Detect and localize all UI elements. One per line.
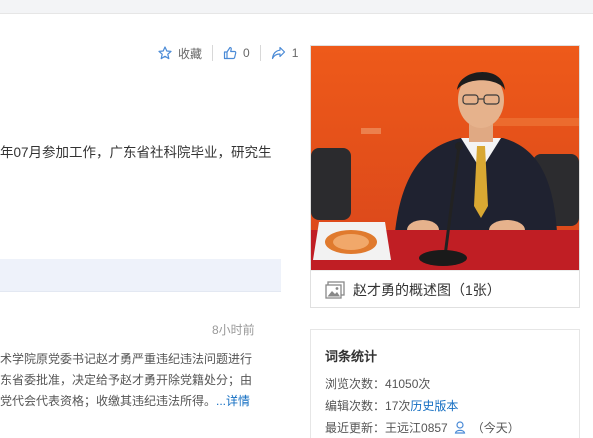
portrait-illustration [311,46,579,270]
entry-summary: 年07月参加工作，广东省社科院毕业，研究生 [0,145,272,160]
thumbs-up-icon [223,46,237,60]
news-details-link[interactable]: ...详情 [216,394,250,408]
share-icon [271,46,285,60]
stats-title: 词条统计 [325,349,378,364]
updated-user[interactable]: 王远江0857 [385,419,448,436]
photo-caption-text: 赵才勇的概述图（1张） [353,281,501,298]
portrait-photo[interactable] [311,46,579,270]
like-count: 0 [243,46,250,60]
news-line: 东省委批准，决定给予赵才勇开除党籍处分；由 [0,373,253,387]
news-line: 党代会代表资格；收缴其违纪违法所得。...详情 [0,394,251,408]
stat-updated: 最近更新： 王远江0857 （今天） [325,419,520,436]
share-button[interactable]: 1 [271,46,299,60]
top-strip [0,0,593,14]
edits-count: 17次 [385,399,411,413]
favorite-label: 收藏 [178,46,203,61]
updated-when: （今天） [471,421,520,435]
divider [212,45,214,61]
share-count: 1 [291,46,299,60]
summary-photo-card[interactable]: 赵才勇的概述图（1张） [310,45,580,308]
news-body: 术学院原党委书记赵才勇严重违纪违法问题进行 东省委批准，决定给予赵才勇开除党籍处… [0,349,256,412]
stat-edits: 编辑次数：17次历史版本 [325,399,459,413]
news-line: 术学院原党委书记赵才勇严重违纪违法问题进行 [0,352,253,366]
history-version-link[interactable]: 历史版本 [410,399,458,413]
entry-stats-card: 词条统计 浏览次数：41050次 编辑次数：17次历史版本 最近更新： 王远江08… [310,329,580,438]
user-badge-icon [454,421,465,434]
favorite-button[interactable]: 收藏 [158,45,202,62]
like-button[interactable]: 0 [223,46,250,60]
stat-views: 浏览次数：41050次 [325,377,431,391]
views-count: 41050次 [385,377,431,391]
entry-action-bar: 收藏 0 1 [158,44,298,62]
photo-caption[interactable]: 赵才勇的概述图（1张） [311,270,579,308]
news-section-header [0,259,281,292]
news-timestamp: 8小时前 [212,323,255,337]
image-icon [325,280,345,299]
star-icon [158,46,172,60]
divider [259,45,261,61]
